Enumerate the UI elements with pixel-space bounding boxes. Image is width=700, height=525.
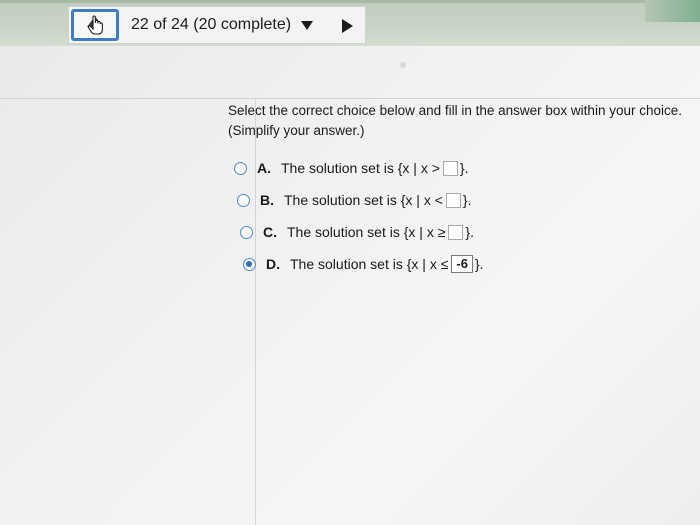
radio-choice-a[interactable] bbox=[234, 161, 247, 175]
previous-question-button[interactable] bbox=[71, 9, 119, 41]
choice-text: The solution set is {x | x ≥ bbox=[287, 224, 446, 240]
choice-a[interactable]: A. The solution set is {x | x > }. bbox=[234, 152, 688, 184]
choice-letter: A. bbox=[257, 160, 271, 176]
choice-letter: B. bbox=[260, 192, 274, 208]
radio-choice-d[interactable] bbox=[243, 257, 256, 271]
choice-text: The solution set is {x | x > bbox=[281, 160, 440, 176]
triangle-right-icon bbox=[342, 19, 353, 33]
choice-suffix: }. bbox=[474, 256, 484, 272]
next-question-button[interactable] bbox=[339, 17, 357, 35]
choice-suffix: }. bbox=[462, 192, 472, 208]
question-progress: 22 of 24 (20 complete) bbox=[131, 16, 292, 33]
choice-d[interactable]: D. The solution set is {x | x ≤ -6 }. bbox=[243, 248, 688, 280]
choice-text: The solution set is {x | x ≤ bbox=[290, 256, 449, 272]
choice-letter: C. bbox=[263, 224, 277, 240]
answer-box-b[interactable] bbox=[445, 192, 461, 208]
top-bar-accent bbox=[645, 0, 700, 22]
choice-letter: D. bbox=[266, 256, 280, 272]
question-navigator: 22 of 24 (20 complete) bbox=[68, 6, 366, 44]
question-panel: Select the correct choice below and fill… bbox=[228, 102, 688, 280]
choice-suffix: }. bbox=[459, 160, 469, 176]
radio-choice-b[interactable] bbox=[237, 193, 250, 207]
question-subinstruction: (Simplify your answer.) bbox=[228, 123, 365, 138]
answer-box-d[interactable]: -6 bbox=[451, 255, 473, 273]
answer-box-c[interactable] bbox=[448, 224, 464, 240]
question-instruction: Select the correct choice below and fill… bbox=[228, 103, 682, 118]
top-bar-edge bbox=[0, 0, 700, 3]
choice-b[interactable]: B. The solution set is {x | x < }. bbox=[237, 184, 688, 216]
panel-divider-horizontal bbox=[0, 98, 700, 99]
triangle-down-icon[interactable] bbox=[301, 21, 313, 30]
choice-text: The solution set is {x | x < bbox=[284, 192, 443, 208]
choice-list: A. The solution set is {x | x > }. B. Th… bbox=[228, 152, 688, 280]
choice-suffix: }. bbox=[465, 224, 474, 240]
hand-pointer-icon bbox=[87, 15, 103, 35]
choice-c[interactable]: C. The solution set is {x | x ≥ }. bbox=[240, 216, 688, 248]
answer-box-a[interactable] bbox=[442, 160, 458, 176]
decorative-dot bbox=[400, 62, 406, 68]
radio-choice-c[interactable] bbox=[240, 225, 253, 239]
